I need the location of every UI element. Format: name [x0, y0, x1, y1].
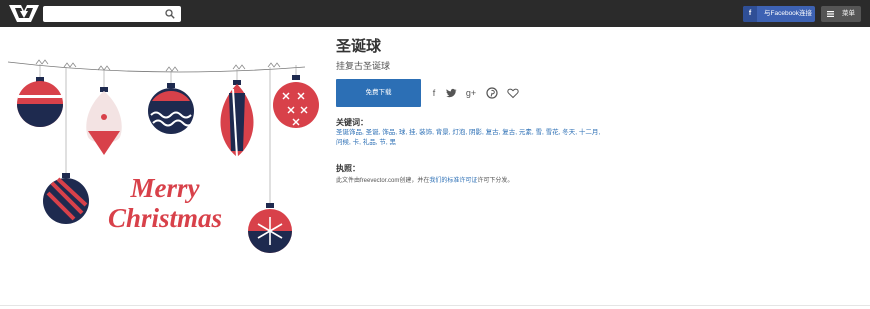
keyword-link[interactable]: 灯泡 — [452, 129, 465, 136]
heart-icon[interactable] — [507, 87, 519, 99]
keywords-label: 关键词： — [336, 118, 368, 127]
vector-subtitle: 挂复古圣诞球 — [336, 61, 391, 71]
menu-label: 菜单 — [842, 10, 855, 17]
license-link[interactable]: 我们的标准许可证 — [429, 178, 477, 184]
keyword-link[interactable]: 十二月 — [579, 129, 599, 136]
keyword-link[interactable]: 圣诞 — [366, 129, 379, 136]
twitter-icon[interactable] — [445, 87, 457, 99]
freevector-logo[interactable] — [9, 5, 39, 22]
keyword-link[interactable]: 问候 — [336, 139, 349, 146]
free-download-button[interactable]: 免费下载 — [336, 79, 421, 107]
keyword-link[interactable]: 黑 — [390, 139, 397, 146]
keyword-link[interactable]: 元素 — [519, 129, 532, 136]
keyword-separator: , — [598, 129, 601, 136]
ornament-6 — [43, 173, 89, 224]
keyword-link[interactable]: 复古 — [486, 129, 499, 136]
ornament-2 — [86, 87, 122, 155]
illustration-text-merry: Merry — [130, 173, 201, 203]
keyword-link[interactable]: 圣诞饰品 — [336, 129, 362, 136]
facebook-connect-label: 与Facebook连接 — [764, 10, 813, 17]
search-icon[interactable] — [165, 9, 175, 19]
garland-string — [7, 61, 306, 73]
pinterest-icon[interactable] — [486, 87, 498, 99]
top-navigation-bar: f 与Facebook连接 菜单 — [0, 0, 870, 27]
keyword-link[interactable]: 阴影 — [469, 129, 482, 136]
license-label: 执照： — [336, 164, 360, 173]
facebook-connect-button[interactable]: f 与Facebook连接 — [743, 6, 815, 22]
keyword-link[interactable]: 复古 — [502, 129, 515, 136]
ornament-5 — [273, 75, 319, 128]
search-box[interactable] — [43, 6, 181, 25]
license-prefix: 此文件由freevector.com创建，并在 — [336, 178, 430, 184]
ornament-1 — [17, 77, 63, 127]
string-bows — [35, 59, 281, 72]
illustration-text-christmas: Christmas — [108, 203, 222, 233]
footer-divider — [0, 305, 870, 306]
keyword-link[interactable]: 雪花 — [546, 129, 559, 136]
ornament-4 — [220, 80, 254, 158]
vector-title: 圣诞球 — [336, 38, 382, 55]
license-suffix: 许可下分发。 — [477, 178, 514, 184]
keyword-link[interactable]: 背景 — [436, 129, 449, 136]
facebook-icon[interactable]: f — [428, 87, 440, 99]
christmas-ornaments-preview: Merry Christmas — [7, 59, 319, 253]
menu-button[interactable]: 菜单 — [821, 6, 861, 22]
google-plus-icon[interactable]: g+ — [465, 87, 477, 99]
keyword-link[interactable]: 冬天 — [562, 129, 575, 136]
ornament-3 — [148, 83, 194, 134]
license-text: 此文件由freevector.com创建，并在我们的标准许可证许可下分发。 — [336, 175, 513, 184]
keyword-link[interactable]: 礼品 — [363, 139, 376, 146]
keyword-link[interactable]: 装饰 — [419, 129, 432, 136]
search-input[interactable] — [43, 8, 163, 25]
ornament-7 — [248, 203, 292, 253]
keyword-link[interactable]: 饰品 — [382, 129, 395, 136]
facebook-icon: f — [743, 6, 757, 22]
hamburger-icon — [827, 11, 834, 17]
keywords-list: 圣诞饰品, 圣诞, 饰品, 球, 挂, 装饰, 背景, 灯泡, 阴影, 复古, … — [336, 128, 606, 148]
